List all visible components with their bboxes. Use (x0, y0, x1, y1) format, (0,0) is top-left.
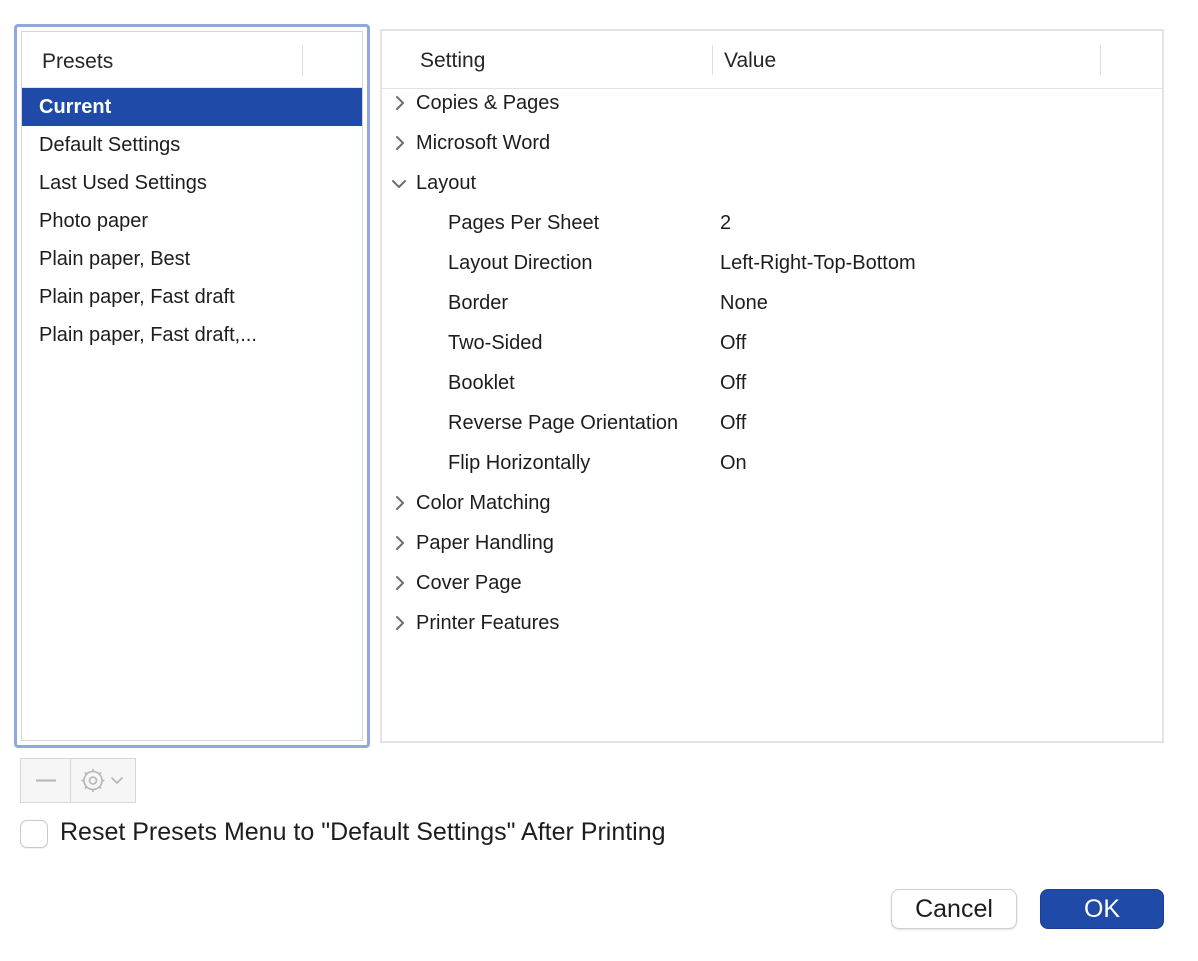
setting-value: Off (720, 412, 747, 434)
chevron-right-icon[interactable] (392, 574, 408, 592)
column-divider (302, 46, 303, 76)
chevron-right-icon[interactable] (392, 134, 408, 152)
tree-row-reverse-page-orientation[interactable]: Reverse Page Orientation Off (382, 403, 1162, 443)
preset-item-plain-paper-best[interactable]: Plain paper, Best (22, 240, 362, 278)
chevron-right-icon[interactable] (392, 614, 408, 632)
cancel-button[interactable]: Cancel (891, 889, 1017, 929)
preset-item-plain-paper-fast-draft-more[interactable]: Plain paper, Fast draft,... (22, 316, 362, 354)
value-column-label: Value (724, 49, 777, 72)
tree-row-microsoft-word[interactable]: Microsoft Word (382, 123, 1162, 163)
tree-row-label: Layout (416, 172, 477, 194)
column-divider (712, 45, 713, 75)
setting-value: 2 (720, 212, 732, 234)
setting-name: Pages Per Sheet (448, 212, 600, 234)
setting-name: Reverse Page Orientation (448, 412, 679, 434)
setting-value: Off (720, 332, 747, 354)
chevron-down-icon[interactable] (390, 176, 408, 192)
remove-preset-button[interactable] (21, 759, 71, 802)
presets-list[interactable]: Presets Current Default Settings Last Us… (21, 31, 363, 741)
setting-value: Left-Right-Top-Bottom (720, 252, 916, 274)
tree-row-pages-per-sheet[interactable]: Pages Per Sheet 2 (382, 203, 1162, 243)
tree-row-label: Printer Features (416, 612, 560, 634)
preset-actions-control (20, 758, 136, 803)
tree-row-label: Copies & Pages (416, 92, 560, 114)
presets-list-panel[interactable]: Presets Current Default Settings Last Us… (14, 24, 370, 748)
preset-item-current[interactable]: Current (22, 88, 362, 126)
setting-name: Flip Horizontally (448, 452, 591, 474)
presets-column-header: Presets (22, 32, 362, 88)
tree-row-booklet[interactable]: Booklet Off (382, 363, 1162, 403)
preset-item-default-settings[interactable]: Default Settings (22, 126, 362, 164)
chevron-right-icon[interactable] (392, 494, 408, 512)
tree-row-label: Cover Page (416, 572, 522, 594)
tree-row-two-sided[interactable]: Two-Sided Off (382, 323, 1162, 363)
preset-item-photo-paper[interactable]: Photo paper (22, 202, 362, 240)
setting-column-label: Setting (420, 49, 486, 72)
preset-item-plain-paper-fast-draft[interactable]: Plain paper, Fast draft (22, 278, 362, 316)
tree-row-printer-features[interactable]: Printer Features (382, 603, 1162, 643)
settings-column-header: Setting Value (382, 31, 1162, 89)
setting-name: Border (448, 292, 509, 314)
tree-row-paper-handling[interactable]: Paper Handling (382, 523, 1162, 563)
minus-icon (36, 779, 56, 782)
setting-name: Two-Sided (448, 332, 543, 354)
tree-row-border[interactable]: Border None (382, 283, 1162, 323)
settings-tree: Copies & Pages Microsoft Word Layout Pag… (382, 83, 1162, 643)
tree-row-label: Color Matching (416, 492, 551, 514)
setting-name: Layout Direction (448, 252, 593, 274)
column-divider (1100, 45, 1101, 75)
presets-header-label: Presets (42, 50, 114, 73)
tree-row-copies-pages[interactable]: Copies & Pages (382, 83, 1162, 123)
tree-row-cover-page[interactable]: Cover Page (382, 563, 1162, 603)
setting-value: Off (720, 372, 747, 394)
setting-value: None (720, 292, 768, 314)
chevron-right-icon[interactable] (392, 94, 408, 112)
setting-value: On (720, 452, 747, 474)
tree-row-label: Microsoft Word (416, 132, 551, 154)
gear-icon (81, 769, 123, 792)
tree-row-layout-direction[interactable]: Layout Direction Left-Right-Top-Bottom (382, 243, 1162, 283)
reset-presets-checkbox[interactable] (20, 820, 48, 848)
tree-row-layout[interactable]: Layout (382, 163, 1162, 203)
settings-panel: Setting Value Copies & Pages Microsoft W… (380, 29, 1164, 743)
tree-row-flip-horizontally[interactable]: Flip Horizontally On (382, 443, 1162, 483)
chevron-right-icon[interactable] (392, 534, 408, 552)
tree-row-color-matching[interactable]: Color Matching (382, 483, 1162, 523)
preset-item-last-used-settings[interactable]: Last Used Settings (22, 164, 362, 202)
reset-presets-label: Reset Presets Menu to "Default Settings"… (60, 818, 666, 846)
tree-row-label: Paper Handling (416, 532, 554, 554)
setting-name: Booklet (448, 372, 515, 394)
preset-action-menu-button[interactable] (71, 759, 135, 802)
ok-button[interactable]: OK (1040, 889, 1164, 929)
